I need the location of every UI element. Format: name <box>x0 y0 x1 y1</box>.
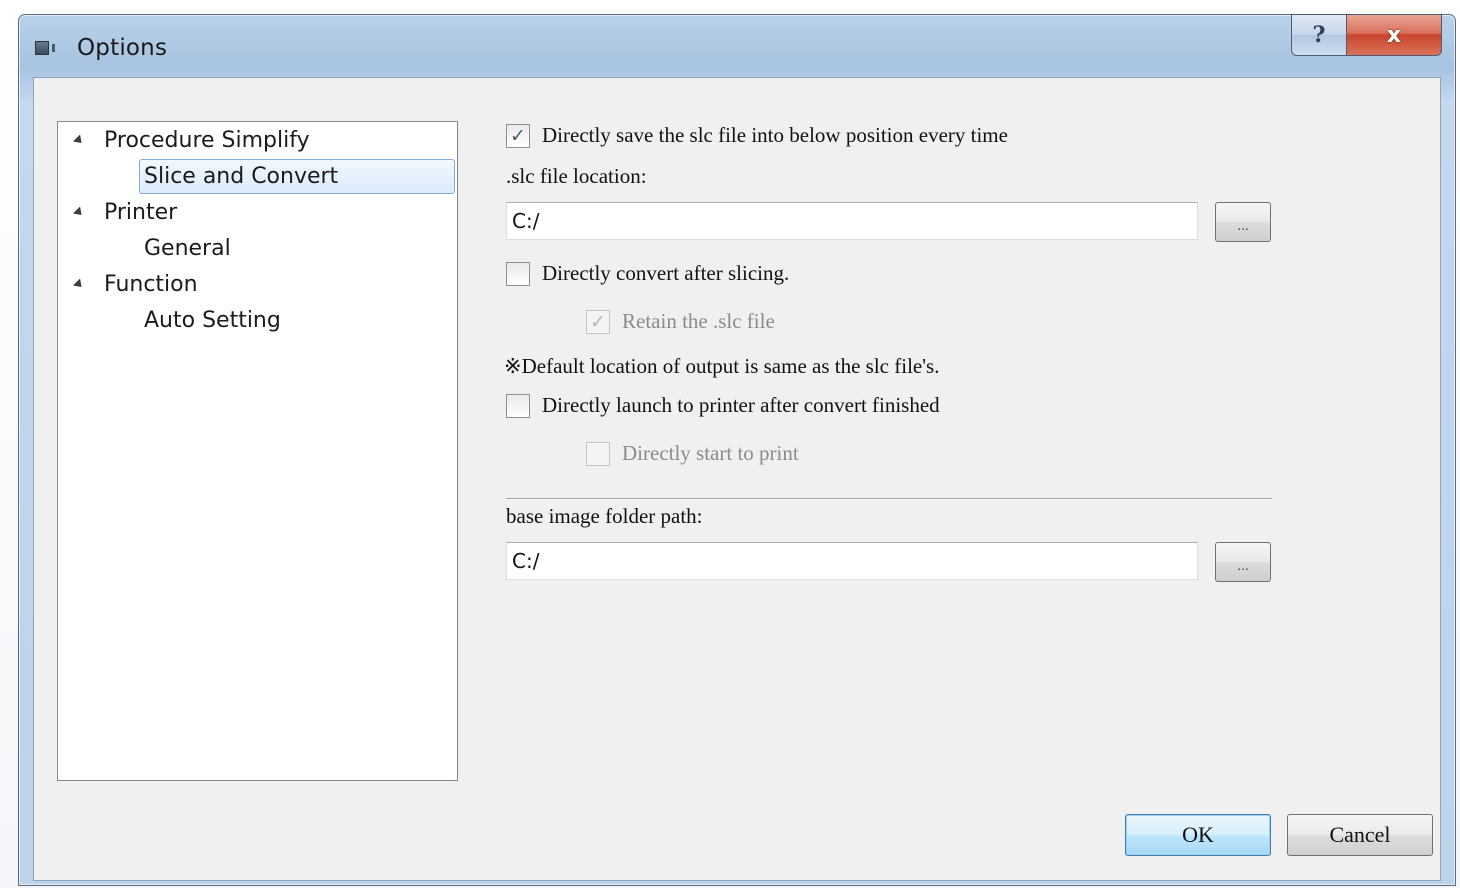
checkmark-icon: ✓ <box>590 311 606 333</box>
tree-item-printer[interactable]: Printer <box>104 195 177 229</box>
close-icon: x <box>1386 22 1402 48</box>
slc-location-label: .slc file location: <box>506 164 647 188</box>
ok-button[interactable]: OK <box>1125 814 1271 856</box>
tree-item-label: Auto Setting <box>144 307 281 333</box>
window-app-icon <box>35 41 55 55</box>
base-image-browse-button[interactable]: ... <box>1215 542 1271 582</box>
expand-arrow-icon[interactable] <box>72 278 86 291</box>
dialog-client-area: Procedure Simplify Slice and Convert Pri… <box>33 77 1441 881</box>
help-button[interactable]: ? <box>1291 14 1347 56</box>
start-print-label: Directly start to print <box>622 441 799 465</box>
save-slc-label: Directly save the slc file into below po… <box>542 123 1008 147</box>
tree-item-label: General <box>144 235 231 261</box>
launch-printer-checkbox[interactable] <box>506 394 530 418</box>
help-icon: ? <box>1312 22 1326 48</box>
options-dialog: Options ? x Procedure Simplify Slice and… <box>18 14 1456 886</box>
tree-item-auto-setting[interactable]: Auto Setting <box>144 303 281 337</box>
title-bar[interactable]: Options ? x <box>19 14 1455 77</box>
close-button[interactable]: x <box>1346 14 1442 56</box>
expand-arrow-icon[interactable] <box>72 134 86 147</box>
tree-item-label: Slice and Convert <box>144 163 339 189</box>
base-image-path-input[interactable]: C:/ <box>506 542 1198 580</box>
tree-item-label: Printer <box>104 199 178 225</box>
launch-printer-label: Directly launch to printer after convert… <box>542 393 940 417</box>
retain-slc-label: Retain the .slc file <box>622 309 775 333</box>
start-print-checkbox[interactable] <box>586 442 610 466</box>
tree-item-slice-and-convert[interactable]: Slice and Convert <box>144 159 338 193</box>
convert-after-slicing-checkbox[interactable] <box>506 262 530 286</box>
convert-after-slicing-label: Directly convert after slicing. <box>542 261 790 285</box>
base-image-path-label: base image folder path: <box>506 504 703 528</box>
options-tree[interactable]: Procedure Simplify Slice and Convert Pri… <box>57 121 458 781</box>
slc-location-browse-button[interactable]: ... <box>1215 202 1271 242</box>
tree-item-label: Function <box>104 271 198 297</box>
expand-arrow-icon[interactable] <box>72 206 86 219</box>
slc-location-input[interactable]: C:/ <box>506 202 1198 240</box>
tree-item-label: Procedure Simplify <box>104 127 310 153</box>
tree-item-general[interactable]: General <box>144 231 231 265</box>
retain-slc-checkbox[interactable]: ✓ <box>586 310 610 334</box>
section-divider <box>506 498 1272 500</box>
default-location-note: ※Default location of output is same as t… <box>504 354 940 378</box>
cancel-button[interactable]: Cancel <box>1287 814 1433 856</box>
save-slc-checkbox[interactable]: ✓ <box>506 124 530 148</box>
checkmark-icon: ✓ <box>510 125 526 147</box>
window-title: Options <box>77 35 168 61</box>
tree-item-procedure-simplify[interactable]: Procedure Simplify <box>104 123 310 157</box>
tree-item-function[interactable]: Function <box>104 267 198 301</box>
